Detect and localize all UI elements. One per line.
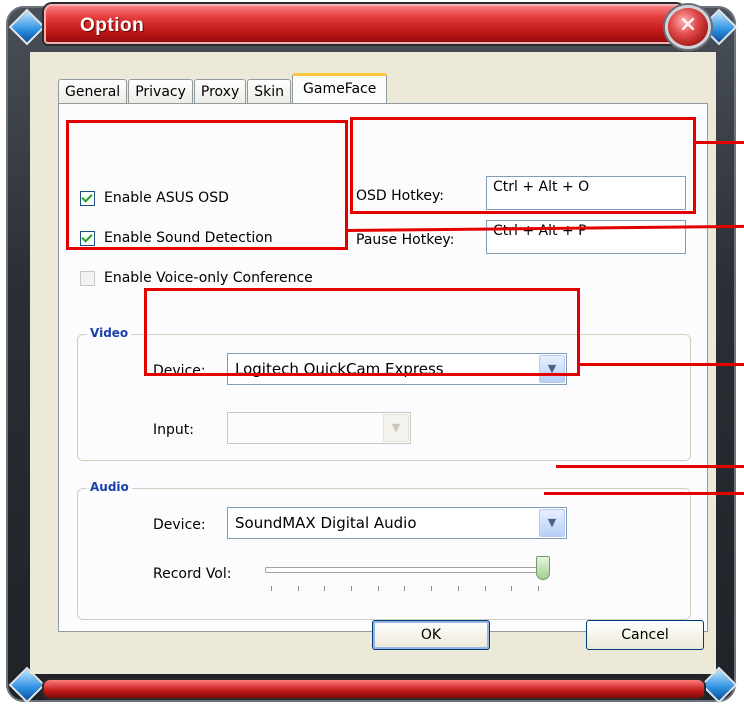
tab-privacy[interactable]: Privacy [128,79,193,104]
close-icon: ✕ [678,13,698,38]
video-device-value: Logitech QuickCam Express [235,360,444,378]
video-device-label: Device: [153,363,206,379]
checkbox-checked-icon [80,230,95,246]
pause-hotkey-label: Pause Hotkey: [356,232,455,248]
record-vol-ticks [271,586,539,591]
window-title: Option [80,15,145,36]
tab-proxy[interactable]: Proxy [193,79,247,104]
audio-device-label: Device: [153,517,206,533]
enable-voice-only-conference-checkbox[interactable]: Enable Voice-only Conference [80,270,313,286]
osd-hotkey-label: OSD Hotkey: [356,188,444,204]
tab-gameface[interactable]: GameFace [292,73,388,105]
checkbox-label: Enable Voice-only Conference [104,270,313,286]
video-legend: Video [87,326,132,340]
video-device-dropdown[interactable]: Logitech QuickCam Express ▼ [227,353,567,385]
callout-line [580,363,744,366]
option-window: Option ✕ General Privacy Proxy Skin Game… [0,0,744,706]
video-input-dropdown: ▼ [227,412,411,444]
chevron-down-icon[interactable]: ▼ [539,355,565,383]
checkbox-label: Enable ASUS OSD [104,190,229,206]
audio-legend: Audio [87,480,132,494]
audio-device-dropdown[interactable]: SoundMAX Digital Audio ▼ [227,507,567,539]
gameface-panel: Enable ASUS OSD Enable Sound Detection E… [58,103,708,632]
video-input-label: Input: [153,422,194,438]
enable-sound-detection-checkbox[interactable]: Enable Sound Detection [80,230,273,246]
osd-hotkey-field[interactable]: Ctrl + Alt + O [486,176,686,210]
tab-general[interactable]: General [58,79,128,104]
checkbox-label: Enable Sound Detection [104,230,273,246]
callout-line [544,492,744,495]
chevron-down-icon[interactable]: ▼ [539,509,565,537]
record-vol-slider-track[interactable] [265,567,545,573]
enable-asus-osd-checkbox[interactable]: Enable ASUS OSD [80,190,229,206]
bottom-bar [44,680,704,698]
record-vol-label: Record Vol: [153,566,232,582]
cancel-button[interactable]: Cancel [586,620,704,650]
tab-strip: General Privacy Proxy Skin GameFace [58,73,388,105]
checkbox-unchecked-icon [80,270,95,286]
record-vol-slider-thumb[interactable] [536,556,550,580]
title-bar[interactable]: Option [44,4,684,44]
checkbox-checked-icon [80,190,95,206]
chevron-down-icon: ▼ [383,414,409,442]
audio-device-value: SoundMAX Digital Audio [235,514,417,532]
callout-line [556,465,744,468]
callout-line [696,141,744,144]
close-button[interactable]: ✕ [668,8,708,46]
ok-button[interactable]: OK [372,620,490,650]
tab-skin[interactable]: Skin [247,79,292,104]
